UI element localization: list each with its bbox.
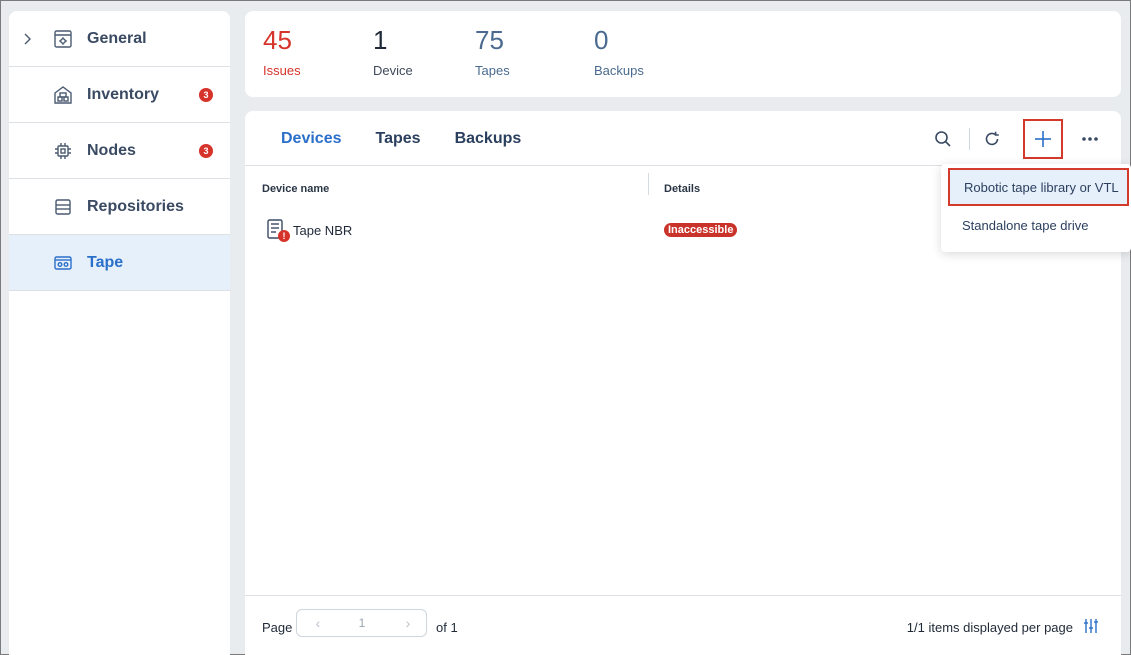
inventory-icon [53, 85, 73, 105]
stat-value: 45 [263, 25, 292, 55]
stat-issues[interactable]: 45 Issues [263, 27, 301, 78]
sidebar-item-label: Tape [87, 253, 124, 271]
sidebar-item-nodes[interactable]: Nodes 3 [9, 123, 230, 179]
stat-value: 1 [373, 25, 388, 55]
device-name: Tape NBR [293, 222, 353, 238]
toolbar-divider [969, 128, 970, 150]
sidebar-item-label: Nodes [87, 141, 136, 159]
search-icon[interactable] [932, 128, 954, 150]
more-options-icon[interactable] [1079, 128, 1101, 150]
chevron-left-icon[interactable]: ‹ [311, 616, 325, 630]
refresh-icon[interactable] [981, 128, 1003, 150]
gear-box-icon [53, 29, 73, 49]
chip-icon [53, 141, 73, 161]
tab-backups[interactable]: Backups [455, 130, 522, 148]
sidebar-item-label: Inventory [87, 85, 160, 103]
add-device-button[interactable] [1023, 119, 1063, 159]
stat-tapes[interactable]: 75 Tapes [475, 27, 510, 78]
footer-divider [245, 595, 1121, 596]
stat-label: Device [373, 63, 413, 78]
tab-devices[interactable]: Devices [281, 130, 342, 148]
status-badge: Inaccessible [664, 223, 738, 237]
tape-icon [53, 253, 73, 273]
page-number-input[interactable]: 1 [352, 616, 372, 630]
stat-backups[interactable]: 0 Backups [594, 27, 644, 78]
sidebar-item-label: Repositories [87, 197, 184, 215]
items-per-page-label: 1/1 items displayed per page [906, 620, 1073, 635]
stat-label: Tapes [475, 63, 510, 78]
issue-count-badge: 3 [199, 87, 213, 102]
menu-item-standalone-tape-drive[interactable]: Standalone tape drive [941, 208, 1131, 244]
add-device-menu: Robotic tape library or VTL Standalone t… [941, 164, 1131, 252]
column-settings-icon[interactable] [1081, 616, 1101, 636]
page-total-label: of 1 [436, 620, 458, 635]
stat-device[interactable]: 1 Device [373, 27, 413, 78]
issue-count-badge: 3 [199, 143, 213, 158]
stat-label: Issues [263, 63, 301, 78]
sidebar-item-inventory[interactable]: Inventory 3 [9, 67, 230, 123]
tab-bar: Devices Tapes Backups [281, 130, 555, 148]
chevron-right-icon[interactable] [23, 32, 33, 46]
menu-item-robotic-tape-library[interactable]: Robotic tape library or VTL [948, 168, 1129, 206]
column-divider[interactable] [648, 173, 649, 195]
table-row[interactable]: ! Tape NBR [267, 219, 353, 242]
database-icon [53, 197, 73, 217]
sidebar-item-tape[interactable]: Tape [9, 235, 230, 291]
sidebar-item-general[interactable]: General [9, 11, 230, 67]
stat-value: 75 [475, 25, 504, 55]
sidebar: General Inventory 3 Nodes 3 Repositories… [9, 11, 230, 655]
pagination-control: ‹ 1 › [296, 609, 427, 637]
column-header-device-name[interactable]: Device name [262, 183, 329, 195]
tape-device-icon: ! [267, 219, 290, 242]
page-label: Page [262, 620, 293, 635]
chevron-right-icon[interactable]: › [401, 616, 415, 630]
summary-stats-card: 45 Issues 1 Device 75 Tapes 0 Backups [245, 11, 1121, 97]
error-icon: ! [278, 230, 290, 242]
tab-tapes[interactable]: Tapes [376, 130, 421, 148]
plus-icon [1035, 131, 1051, 147]
sidebar-item-label: General [87, 29, 147, 47]
column-header-details[interactable]: Details [664, 183, 700, 195]
stat-label: Backups [594, 63, 644, 78]
sidebar-item-repositories[interactable]: Repositories [9, 179, 230, 235]
stat-value: 0 [594, 25, 609, 55]
